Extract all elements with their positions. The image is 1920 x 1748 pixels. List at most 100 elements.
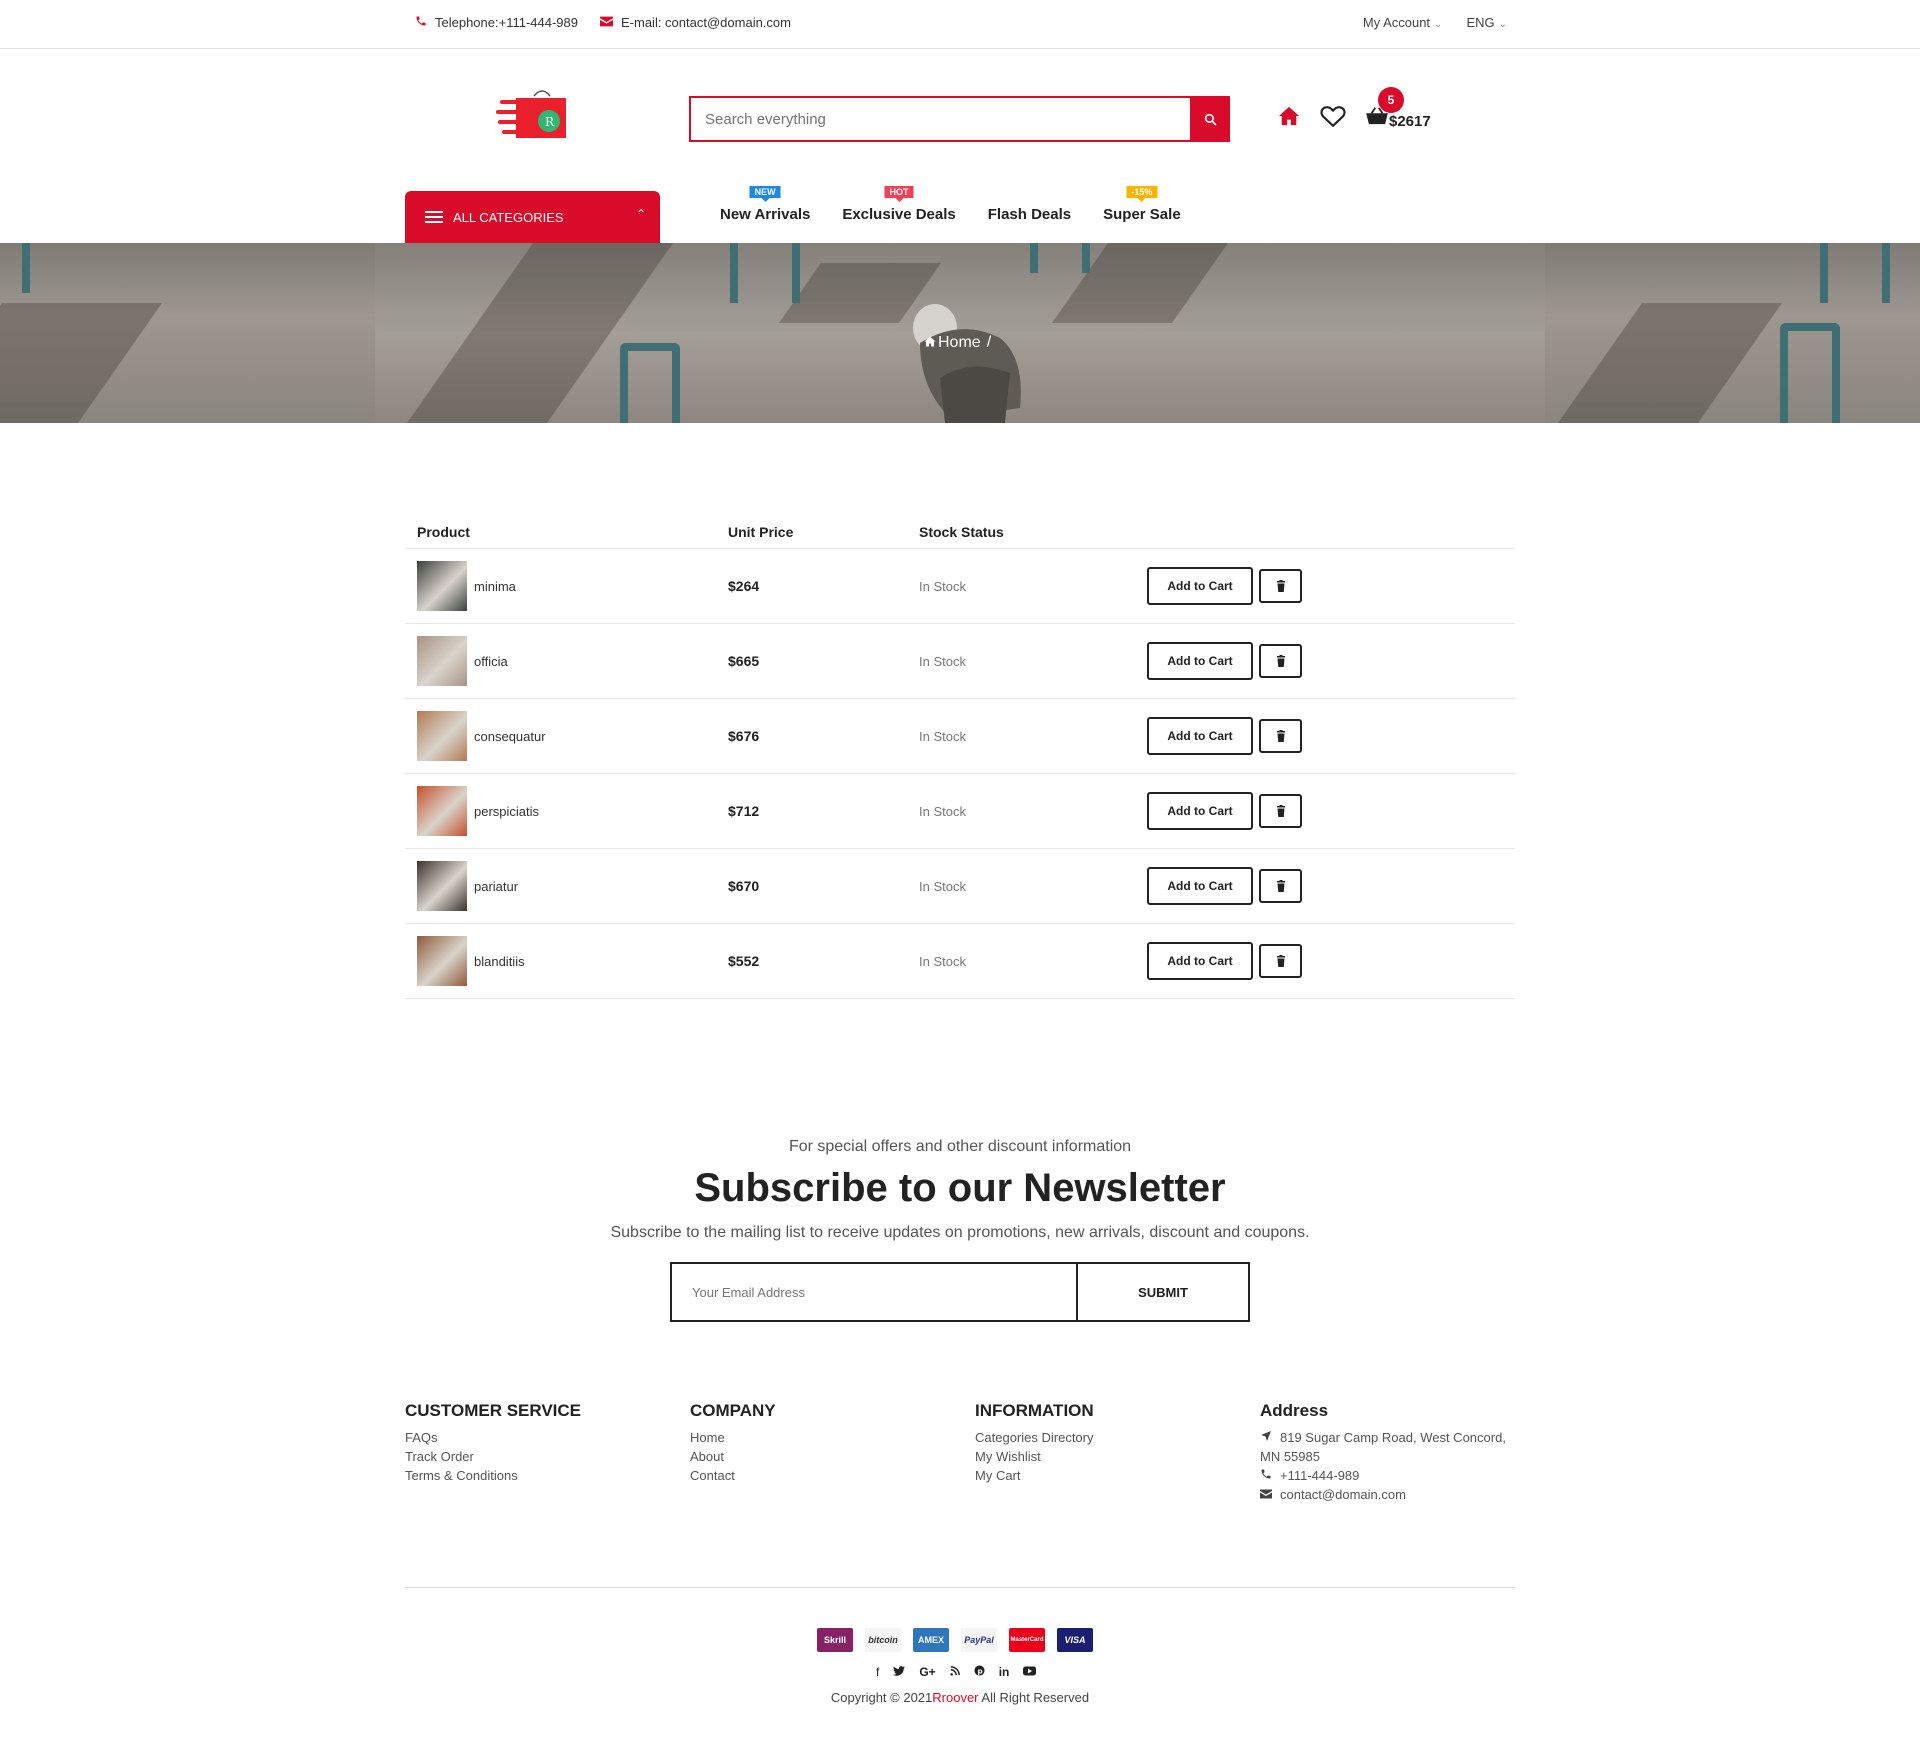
table-row: minima $264 In Stock Add to Cart [405,549,1515,624]
table-row: officia $665 In Stock Add to Cart [405,624,1515,699]
footer-link-track-order[interactable]: Track Order [405,1447,581,1466]
add-to-cart-button[interactable]: Add to Cart [1147,567,1253,605]
newsletter-subtitle: Subscribe to the mailing list to receive… [610,1224,1310,1241]
linkedin-icon[interactable]: in [999,1665,1010,1679]
footer-customer-service: CUSTOMER SERVICE FAQs Track Order Terms … [405,1400,581,1485]
remove-button[interactable] [1259,794,1302,828]
product-thumbnail[interactable] [417,861,467,911]
product-name[interactable]: officia [474,654,508,669]
table-row: consequatur $676 In Stock Add to Cart [405,699,1515,774]
product-thumbnail[interactable] [417,936,467,986]
trash-icon [1276,955,1285,967]
add-to-cart-button[interactable]: Add to Cart [1147,792,1253,830]
search-button[interactable] [1190,96,1230,142]
search-icon [1204,113,1216,125]
add-to-cart-button[interactable]: Add to Cart [1147,867,1253,905]
home-icon[interactable] [1278,106,1300,131]
add-to-cart-button[interactable]: Add to Cart [1147,942,1253,980]
product-name[interactable]: minima [474,579,516,594]
footer-link-terms[interactable]: Terms & Conditions [405,1466,581,1485]
remove-button[interactable] [1259,869,1302,903]
footer-link-faqs[interactable]: FAQs [405,1428,581,1447]
nav-label: Flash Deals [987,206,1072,223]
product-cell: officia [405,636,728,686]
svg-text:p: p [977,1666,982,1675]
my-account-label: My Account [1362,15,1431,30]
mastercard-icon: MasterCard [1009,1628,1045,1652]
nav-new-arrivals[interactable]: NEW New Arrivals [720,186,810,223]
newsletter-pretitle: For special offers and other discount in… [788,1138,1132,1155]
footer-email-text[interactable]: contact@domain.com [1280,1485,1406,1504]
cart-count-badge: 5 [1378,87,1404,113]
product-thumbnail[interactable] [417,561,467,611]
newsletter-title: Subscribe to our Newsletter [694,1166,1226,1210]
product-thumbnail[interactable] [417,786,467,836]
email[interactable]: E-mail: contact@domain.com [600,15,791,30]
product-cell: consequatur [405,711,728,761]
product-price: $552 [728,953,760,969]
twitter-icon[interactable] [893,1665,906,1679]
product-name[interactable]: blanditiis [474,954,525,969]
remove-button[interactable] [1259,569,1302,603]
youtube-icon[interactable] [1023,1665,1037,1679]
footer-information: INFORMATION Categories Directory My Wish… [975,1400,1094,1485]
trash-icon [1276,880,1285,892]
footer-link-wishlist[interactable]: My Wishlist [975,1447,1094,1466]
new-tag: NEW [749,186,781,202]
all-categories-label: ALL CATEGORIES [453,209,564,225]
header-unit-price: Unit Price [728,523,794,540]
rss-icon[interactable] [950,1665,960,1679]
product-cell: blanditiis [405,936,728,986]
language-label: ENG [1466,15,1495,30]
product-name[interactable]: perspiciatis [474,804,539,819]
chevron-up-icon: ⌃ [635,207,646,221]
telephone[interactable]: Telephone:+111-444-989 [415,15,578,30]
newsletter-submit-button[interactable]: SUBMIT [1078,1264,1248,1320]
wishlist-table: Product Unit Price Stock Status minima $2… [405,515,1515,999]
facebook-icon[interactable]: f [876,1665,879,1679]
remove-button[interactable] [1259,644,1302,678]
footer-link-categories[interactable]: Categories Directory [975,1428,1094,1447]
home-icon[interactable] [924,334,936,352]
product-cell: perspiciatis [405,786,728,836]
table-row: perspiciatis $712 In Stock Add to Cart [405,774,1515,849]
sale-tag: -15% [1126,186,1158,202]
nav-flash-deals[interactable]: Flash Deals [988,206,1071,223]
pinterest-icon[interactable]: p [974,1665,985,1679]
phone-icon [1260,1466,1272,1485]
remove-button[interactable] [1259,719,1302,753]
footer-phone-text[interactable]: +111-444-989 [1280,1466,1359,1485]
product-price: $264 [728,578,760,594]
all-categories-button[interactable]: ALL CATEGORIES ⌃ [405,191,660,243]
visa-icon: VISA [1057,1628,1093,1652]
nav-exclusive-deals[interactable]: HOT Exclusive Deals [842,186,956,223]
brand-link[interactable]: Rroover [932,1690,978,1705]
nav-super-sale[interactable]: -15% Super Sale [1103,186,1181,223]
footer-heading: CUSTOMER SERVICE [405,1401,582,1420]
product-name[interactable]: pariatur [474,879,518,894]
add-to-cart-button[interactable]: Add to Cart [1147,642,1253,680]
breadcrumb-home[interactable]: Home [938,334,981,352]
search-input[interactable] [689,96,1190,142]
footer-address: Address 819 Sugar Camp Road, West Concor… [1260,1400,1506,1504]
footer-email: contact@domain.com [1260,1485,1506,1504]
product-thumbnail[interactable] [417,636,467,686]
language-dropdown[interactable]: ENG ⌄ [1466,15,1507,30]
banner-person-image [913,304,1021,423]
wishlist-heart-icon[interactable] [1320,104,1346,133]
remove-button[interactable] [1259,944,1302,978]
footer-link-contact[interactable]: Contact [690,1466,776,1485]
footer-link-cart[interactable]: My Cart [975,1466,1094,1485]
footer-link-home[interactable]: Home [690,1428,776,1447]
top-bar: Telephone:+111-444-989 E-mail: contact@d… [0,0,1920,49]
product-name[interactable]: consequatur [474,729,546,744]
add-to-cart-button[interactable]: Add to Cart [1147,717,1253,755]
product-thumbnail[interactable] [417,711,467,761]
footer-company: COMPANY Home About Contact [690,1400,776,1485]
cart-button[interactable]: 5 $2617 [1366,87,1431,130]
google-plus-icon[interactable]: G+ [919,1665,935,1679]
newsletter-email-input[interactable] [672,1264,1078,1320]
my-account-dropdown[interactable]: My Account ⌄ [1363,15,1443,30]
site-logo[interactable]: R [496,88,570,148]
footer-link-about[interactable]: About [690,1447,776,1466]
